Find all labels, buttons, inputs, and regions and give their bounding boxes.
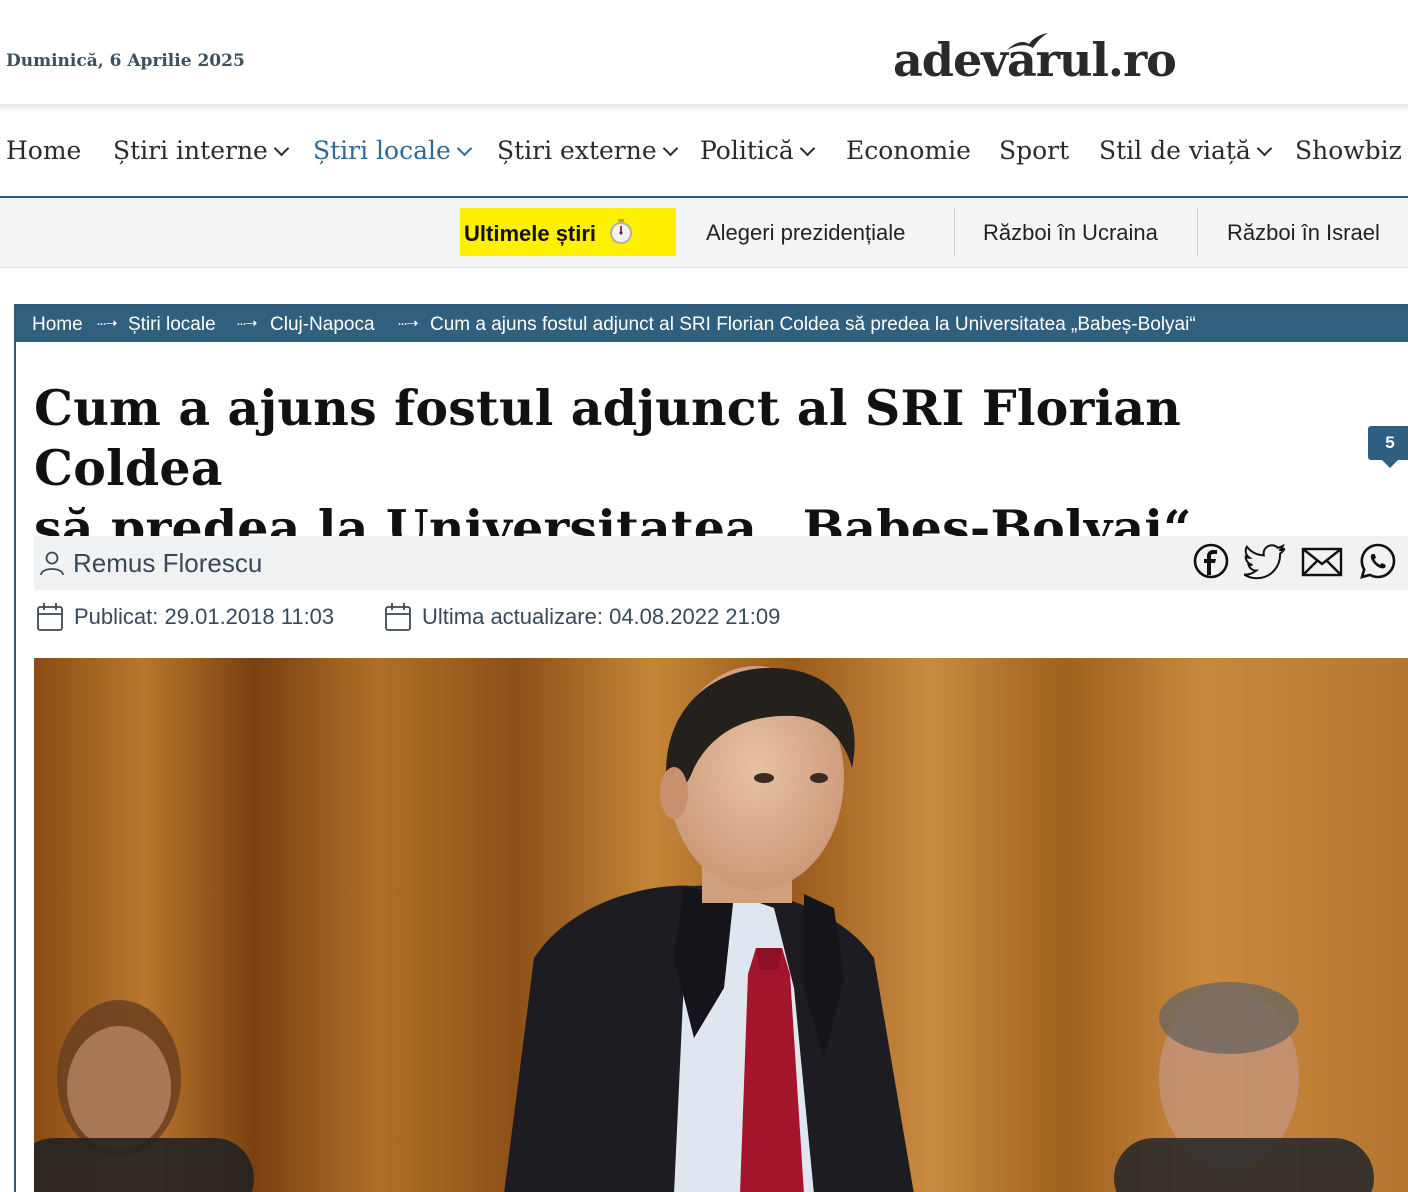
- nav-item-label: Știri locale: [313, 136, 451, 165]
- whatsapp-icon[interactable]: [1358, 542, 1398, 582]
- nav-item-stiri-interne[interactable]: Știri interne: [113, 136, 290, 165]
- article-main-photo[interactable]: [34, 658, 1408, 1192]
- author-bar: Remus Florescu: [34, 536, 1408, 590]
- comment-count-badge[interactable]: 5: [1368, 426, 1408, 460]
- breadcrumb-stiri-locale[interactable]: Știri locale: [128, 314, 216, 336]
- chevron-down-icon: [662, 140, 678, 157]
- nav-item-politica[interactable]: Politică: [700, 136, 816, 165]
- photo-illustration: [34, 658, 1408, 1192]
- chevron-down-icon: [1256, 140, 1273, 157]
- stopwatch-icon: [610, 219, 633, 244]
- nav-item-stil-de-viata[interactable]: Stil de viață: [1099, 136, 1273, 165]
- nav-item-label: Știri externe: [497, 136, 657, 165]
- nav-item-label: Știri interne: [113, 136, 268, 165]
- nav-item-stiri-externe[interactable]: Știri externe: [497, 136, 678, 165]
- updated-label: Ultima actualizare:: [422, 604, 603, 629]
- chevron-down-icon: [456, 140, 473, 157]
- published-label: Publicat:: [74, 604, 159, 629]
- latest-news-label: Ultimele știri: [464, 221, 597, 246]
- facebook-icon[interactable]: [1192, 542, 1230, 580]
- chevron-down-icon: [273, 140, 290, 157]
- dotted-arrow-icon: ···➝: [397, 315, 419, 332]
- site-header: Duminică, 6 Aprilie 2025 adevarul.ro: [0, 0, 1408, 112]
- topic-razboi-israel[interactable]: Război în Israel: [1227, 220, 1380, 246]
- updated-date: Ultima actualizare: 04.08.2022 21:09: [384, 602, 780, 632]
- calendar-icon: [385, 603, 411, 631]
- person-icon: [40, 551, 64, 576]
- breadcrumb-cluj-napoca[interactable]: Cluj-Napoca: [270, 314, 375, 336]
- topic-razboi-ucraina[interactable]: Război în Ucraina: [983, 220, 1158, 246]
- updated-value: 04.08.2022 21:09: [609, 604, 781, 629]
- latest-news-button[interactable]: Ultimele știri: [460, 208, 676, 256]
- breadcrumb: Home ···➝ Știri locale ···➝ Cluj-Napoca …: [16, 306, 1408, 342]
- nav-item-label: Home: [6, 136, 82, 165]
- dotted-arrow-icon: ···➝: [236, 315, 258, 332]
- nav-item-stiri-locale[interactable]: Știri locale: [313, 136, 473, 165]
- breadcrumb-home[interactable]: Home: [32, 314, 83, 336]
- nav-item-showbiz[interactable]: Showbiz: [1295, 136, 1408, 165]
- bird-logo-icon: [1007, 33, 1048, 50]
- nav-item-label: Sport: [999, 136, 1070, 165]
- calendar-icon: [37, 603, 63, 631]
- article-container: Home ···➝ Știri locale ···➝ Cluj-Napoca …: [14, 304, 1408, 1192]
- topics-bar: Ultimele știri Alegeri prezidențiale Răz…: [0, 198, 1408, 268]
- nav-item-label: Economie: [846, 136, 971, 165]
- published-value: 29.01.2018 11:03: [164, 604, 335, 629]
- twitter-icon[interactable]: [1244, 542, 1288, 580]
- nav-item-label: Politică: [700, 136, 794, 165]
- current-date: Duminică, 6 Aprilie 2025: [6, 51, 245, 71]
- author-name[interactable]: Remus Florescu: [73, 548, 262, 579]
- topic-alegeri-prezidentiale[interactable]: Alegeri prezidențiale: [706, 220, 905, 246]
- nav-item-label: Showbiz: [1295, 136, 1402, 165]
- chevron-down-icon: [799, 140, 816, 157]
- nav-item-label: Stil de viață: [1099, 136, 1251, 165]
- dotted-arrow-icon: ···➝: [96, 315, 118, 332]
- nav-item-home[interactable]: Home: [6, 136, 81, 165]
- email-icon[interactable]: [1300, 542, 1344, 580]
- published-date: Publicat: 29.01.2018 11:03: [36, 602, 334, 632]
- nav-item-economie[interactable]: Economie: [846, 136, 971, 165]
- article-title: Cum a ajuns fostul adjunct al SRI Floria…: [34, 378, 1344, 558]
- nav-item-sport[interactable]: Sport: [999, 136, 1069, 165]
- main-nav: Home Știri interne Știri locale Știri ex…: [0, 112, 1408, 198]
- breadcrumb-current: Cum a ajuns fostul adjunct al SRI Floria…: [430, 314, 1196, 335]
- article-title-line1: Cum a ajuns fostul adjunct al SRI Floria…: [34, 379, 1182, 497]
